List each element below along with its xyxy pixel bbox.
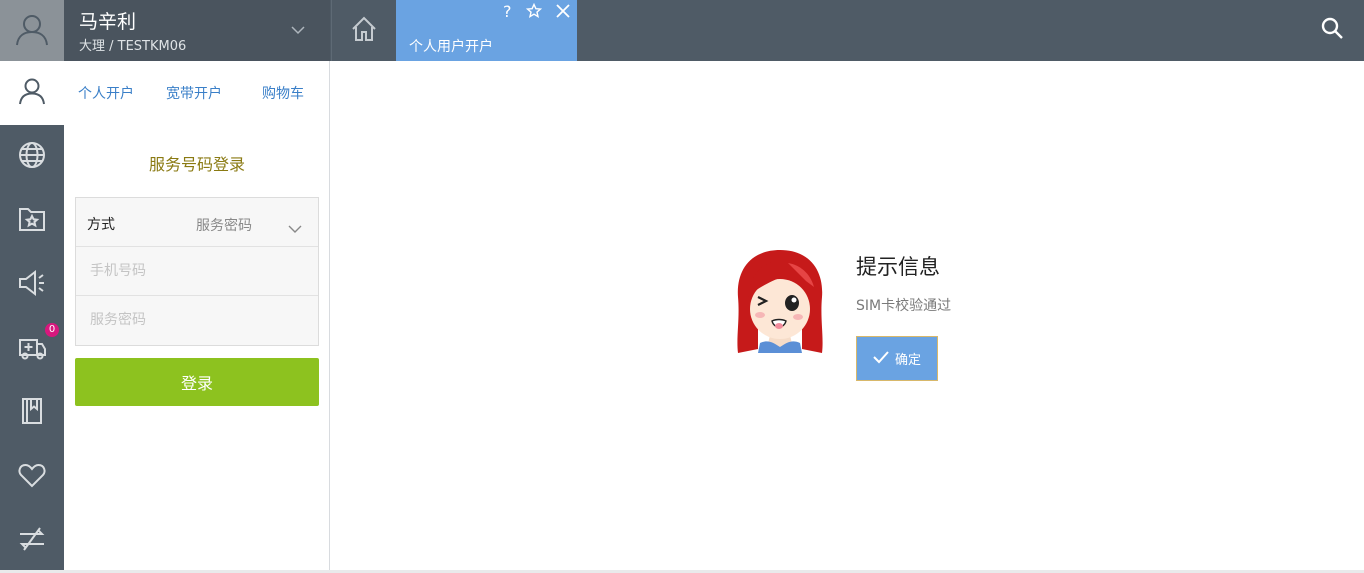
dialog-title: 提示信息	[856, 255, 940, 279]
folder-star-icon	[17, 204, 47, 238]
login-button[interactable]: 登录	[75, 358, 319, 406]
icon-rail: 0	[0, 61, 64, 571]
user-name: 马辛利	[79, 11, 137, 33]
password-input[interactable]	[76, 296, 318, 344]
subnav-personal-account[interactable]: 个人开户	[78, 83, 134, 103]
method-value: 服务密码	[196, 218, 252, 234]
subnav-broadband-account[interactable]: 宽带开户	[166, 83, 222, 103]
rail-item-switch[interactable]	[0, 509, 64, 573]
search-button[interactable]	[1316, 14, 1348, 46]
subnav-shopping-cart[interactable]: 购物车	[262, 83, 304, 103]
rail-item-folder[interactable]	[0, 189, 64, 253]
megaphone-icon	[17, 268, 47, 302]
confirm-label: 确定	[894, 353, 921, 368]
rail-item-book[interactable]	[0, 381, 64, 445]
dialog-message: SIM卡校验通过	[856, 298, 952, 314]
main-content: 提示信息 SIM卡校验通过 确定	[331, 61, 1364, 571]
confirm-button[interactable]: 确定	[856, 336, 938, 381]
help-icon[interactable]: ?	[503, 2, 512, 21]
password-row	[76, 296, 318, 345]
phone-row	[76, 247, 318, 296]
login-title: 服务号码登录	[148, 155, 245, 174]
swap-icon	[17, 524, 47, 558]
user-switcher[interactable]: 马辛利 大理 / TESTKM06	[64, 0, 330, 61]
ambulance-icon	[17, 332, 47, 366]
login-panel: 个人开户 宽带开户 购物车 服务号码登录 方式 服务密码 登录	[64, 61, 330, 571]
search-icon	[1320, 16, 1344, 44]
cart-count-badge: 0	[45, 323, 59, 337]
top-header: 马辛利 大理 / TESTKM06 ? 个人用户开户	[0, 0, 1364, 61]
avatar[interactable]	[0, 0, 64, 61]
mascot-image	[734, 247, 826, 359]
tab-personal-account[interactable]: ? 个人用户开户	[396, 0, 577, 61]
rail-item-globe[interactable]	[0, 125, 64, 189]
book-icon	[17, 396, 47, 430]
chevron-down-icon[interactable]	[290, 22, 306, 42]
rail-item-favorites[interactable]	[0, 445, 64, 509]
method-select[interactable]: 方式 服务密码	[76, 198, 318, 247]
rail-item-cart[interactable]: 0	[0, 317, 64, 381]
rail-item-user[interactable]	[0, 61, 64, 125]
user-icon	[14, 11, 50, 51]
tab-label: 个人用户开户	[409, 39, 493, 55]
phone-input[interactable]	[76, 247, 318, 295]
check-icon	[873, 350, 889, 368]
heart-icon	[17, 460, 47, 494]
globe-icon	[17, 140, 47, 174]
method-label: 方式	[87, 217, 115, 233]
star-icon[interactable]	[525, 2, 543, 23]
rail-item-broadcast[interactable]	[0, 253, 64, 317]
user-icon	[17, 76, 47, 110]
home-button[interactable]	[331, 0, 396, 61]
user-location: 大理 / TESTKM06	[79, 39, 187, 54]
login-form: 方式 服务密码	[75, 197, 319, 346]
home-icon	[350, 15, 378, 47]
close-icon[interactable]	[555, 3, 571, 23]
chevron-down-icon	[288, 219, 302, 238]
